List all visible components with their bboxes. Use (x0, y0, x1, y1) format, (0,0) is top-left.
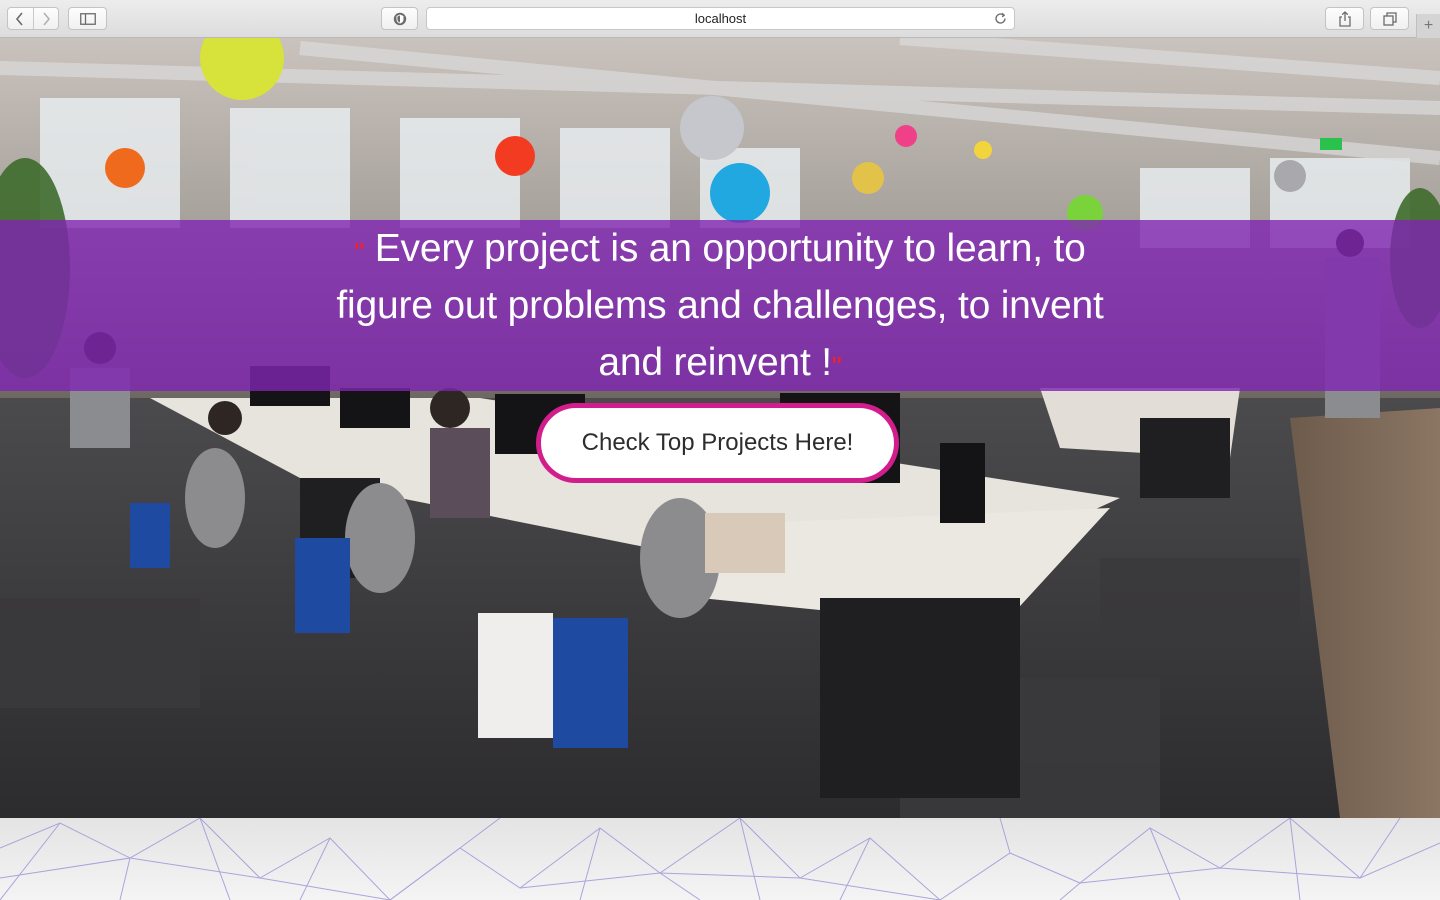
plus-icon: + (1423, 17, 1434, 34)
cta-label: Check Top Projects Here! (581, 429, 854, 456)
share-icon (1338, 10, 1351, 27)
url-text: localhost (694, 11, 747, 26)
quote-line-1: Every project is an opportunity to learn… (374, 227, 1086, 270)
back-button[interactable] (8, 8, 33, 29)
close-quote-mark: " (831, 351, 842, 382)
quote-line-2: figure out problems and challenges, to i… (336, 284, 1104, 327)
shield-icon (393, 12, 406, 25)
forward-button[interactable] (32, 8, 58, 29)
share-button[interactable] (1325, 7, 1364, 30)
check-top-projects-button[interactable]: Check Top Projects Here! (536, 403, 899, 483)
address-bar[interactable]: localhost (426, 7, 1015, 30)
new-tab-button[interactable]: + (1416, 14, 1440, 38)
sidebar-icon (79, 12, 96, 25)
tabs-overview-icon (1382, 11, 1397, 26)
open-quote-mark: " (354, 237, 365, 268)
sidebar-button[interactable] (68, 7, 107, 30)
chevron-right-icon (43, 11, 51, 26)
polygon-pattern-background (0, 818, 1440, 900)
hero-quote: " Every project is an opportunity to lea… (310, 220, 1130, 391)
privacy-button[interactable] (381, 7, 418, 30)
browser-toolbar: localhost + (0, 0, 1440, 38)
reload-icon[interactable] (993, 11, 1008, 26)
hero-section: " Every project is an opportunity to lea… (0, 38, 1440, 818)
nav-button-group (7, 7, 59, 30)
quote-line-3: and reinvent ! (598, 341, 832, 384)
quote-banner: " Every project is an opportunity to lea… (0, 220, 1440, 391)
polygon-pattern-graphic (0, 818, 1440, 900)
tabs-overview-button[interactable] (1370, 7, 1409, 30)
chevron-left-icon (16, 11, 24, 26)
